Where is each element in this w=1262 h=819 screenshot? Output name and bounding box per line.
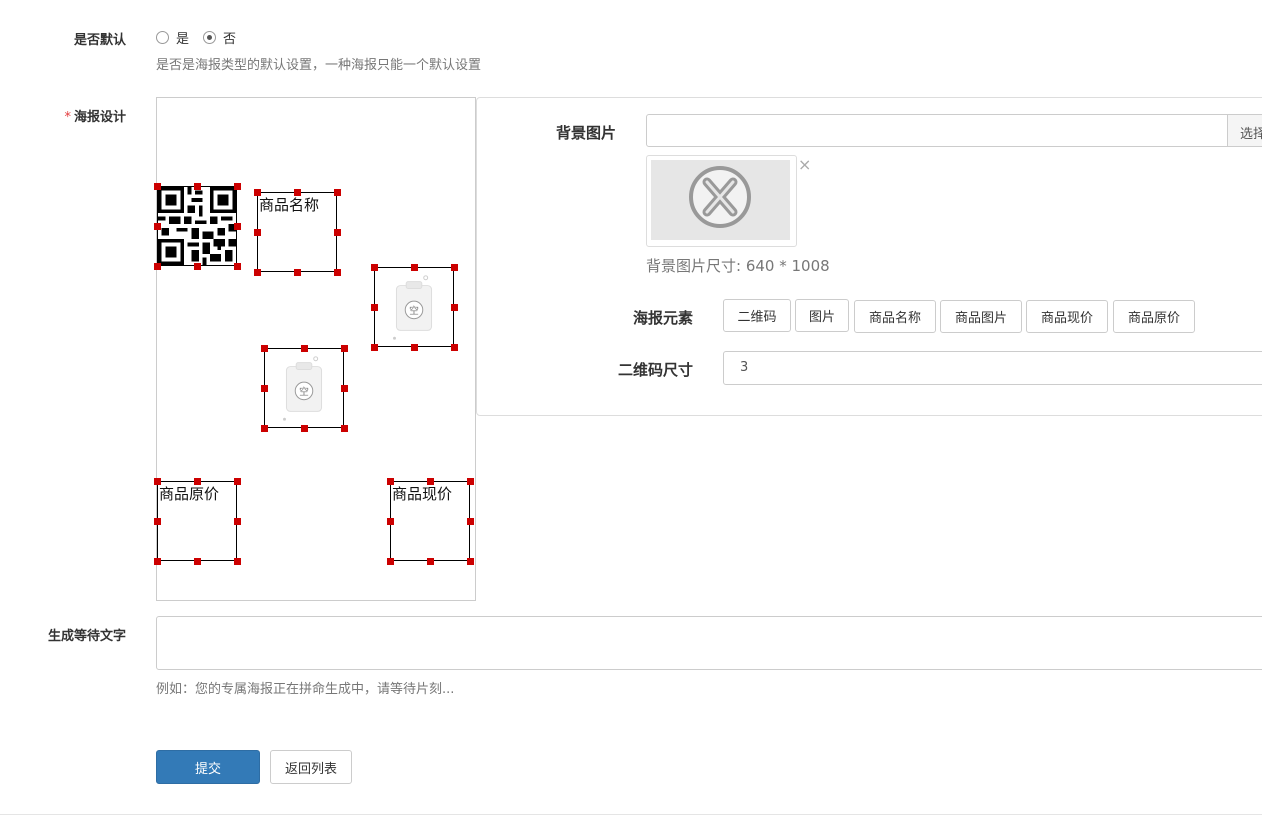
canvas-current-price-text: 商品现价 xyxy=(392,485,453,503)
empty-image-icon: 空 xyxy=(393,275,433,340)
resize-handle[interactable] xyxy=(234,183,241,190)
broken-image-icon xyxy=(689,166,751,228)
resize-handle[interactable] xyxy=(254,269,261,276)
resize-handle[interactable] xyxy=(294,189,301,196)
resize-handle[interactable] xyxy=(387,518,394,525)
resize-handle[interactable] xyxy=(194,478,201,485)
remove-background-icon[interactable]: × xyxy=(798,155,811,174)
resize-handle[interactable] xyxy=(234,478,241,485)
add-original-price-button[interactable]: 商品原价 xyxy=(1113,300,1195,333)
canvas-original-price-element[interactable]: 商品原价 xyxy=(154,478,241,565)
resize-handle[interactable] xyxy=(341,425,348,432)
canvas-goods-image-element[interactable]: 空 xyxy=(371,264,458,351)
resize-handle[interactable] xyxy=(261,345,268,352)
back-to-list-button[interactable]: 返回列表 xyxy=(270,750,352,784)
resize-handle[interactable] xyxy=(154,263,161,270)
resize-handle[interactable] xyxy=(301,425,308,432)
resize-handle[interactable] xyxy=(371,304,378,311)
add-goods-image-button[interactable]: 商品图片 xyxy=(940,300,1022,333)
resize-handle[interactable] xyxy=(254,189,261,196)
resize-handle[interactable] xyxy=(254,229,261,236)
wait-text-help: 例如：您的专属海报正在拼命生成中，请等待片刻... xyxy=(156,682,455,697)
resize-handle[interactable] xyxy=(371,264,378,271)
poster-elements-label: 海报元素 xyxy=(632,309,693,327)
bottom-divider xyxy=(0,814,1262,815)
resize-handle[interactable] xyxy=(334,189,341,196)
required-mark: * xyxy=(64,110,71,125)
resize-handle[interactable] xyxy=(234,558,241,565)
poster-canvas[interactable]: 商品名称 空 空 商品原价 商品现价 xyxy=(154,97,476,601)
empty-image-icon: 空 xyxy=(283,356,323,421)
resize-handle[interactable] xyxy=(154,518,161,525)
wait-text-textarea[interactable] xyxy=(156,616,1262,670)
resize-handle[interactable] xyxy=(467,478,474,485)
resize-handle[interactable] xyxy=(387,558,394,565)
resize-handle[interactable] xyxy=(234,263,241,270)
resize-handle[interactable] xyxy=(451,344,458,351)
background-thumbnail xyxy=(646,155,797,247)
qrcode-size-input[interactable]: 3 xyxy=(723,351,1262,385)
resize-handle[interactable] xyxy=(467,558,474,565)
resize-handle[interactable] xyxy=(234,518,241,525)
resize-handle[interactable] xyxy=(261,425,268,432)
choose-background-button[interactable]: 选择 xyxy=(1227,114,1262,147)
default-label: 是否默认 xyxy=(73,33,126,48)
default-no-radio[interactable] xyxy=(203,31,217,44)
resize-handle[interactable] xyxy=(334,229,341,236)
default-radio-group: 是 否 xyxy=(156,28,236,47)
resize-handle[interactable] xyxy=(334,269,341,276)
resize-handle[interactable] xyxy=(427,558,434,565)
resize-handle[interactable] xyxy=(371,344,378,351)
resize-handle[interactable] xyxy=(341,385,348,392)
resize-handle[interactable] xyxy=(154,183,161,190)
canvas-goods-image-element[interactable]: 空 xyxy=(261,345,348,432)
resize-handle[interactable] xyxy=(427,478,434,485)
default-yes-radio[interactable] xyxy=(156,31,169,44)
background-image-input[interactable] xyxy=(646,114,1228,147)
qrcode-icon xyxy=(158,187,236,265)
add-current-price-button[interactable]: 商品现价 xyxy=(1026,300,1108,333)
resize-handle[interactable] xyxy=(154,558,161,565)
wait-text-label: 生成等待文字 xyxy=(47,629,126,644)
resize-handle[interactable] xyxy=(294,269,301,276)
add-goods-name-button[interactable]: 商品名称 xyxy=(854,300,936,333)
resize-handle[interactable] xyxy=(154,223,161,230)
resize-handle[interactable] xyxy=(261,385,268,392)
resize-handle[interactable] xyxy=(387,478,394,485)
resize-handle[interactable] xyxy=(194,183,201,190)
resize-handle[interactable] xyxy=(301,345,308,352)
resize-handle[interactable] xyxy=(451,264,458,271)
resize-handle[interactable] xyxy=(411,344,418,351)
resize-handle[interactable] xyxy=(411,264,418,271)
svg-text:空: 空 xyxy=(409,304,419,317)
resize-handle[interactable] xyxy=(234,223,241,230)
add-qrcode-button[interactable]: 二维码 xyxy=(723,299,791,332)
resize-handle[interactable] xyxy=(194,558,201,565)
default-no-label[interactable]: 否 xyxy=(223,28,236,47)
resize-handle[interactable] xyxy=(467,518,474,525)
default-help-text: 是否是海报类型的默认设置，一种海报只能一个默认设置 xyxy=(156,58,482,73)
canvas-qrcode-element[interactable] xyxy=(154,183,241,270)
resize-handle[interactable] xyxy=(154,478,161,485)
poster-design-label: * 海报设计 xyxy=(64,110,126,125)
background-image-label: 背景图片 xyxy=(555,124,616,142)
resize-handle[interactable] xyxy=(341,345,348,352)
canvas-goods-name-text: 商品名称 xyxy=(259,196,320,214)
svg-text:空: 空 xyxy=(299,385,309,398)
default-yes-label[interactable]: 是 xyxy=(176,28,189,47)
resize-handle[interactable] xyxy=(194,263,201,270)
canvas-current-price-element[interactable]: 商品现价 xyxy=(387,478,474,565)
add-image-button[interactable]: 图片 xyxy=(795,299,849,332)
background-size-text: 背景图片尺寸: 640 * 1008 xyxy=(646,257,830,275)
resize-handle[interactable] xyxy=(451,304,458,311)
qrcode-size-label: 二维码尺寸 xyxy=(617,361,693,379)
canvas-original-price-text: 商品原价 xyxy=(159,485,220,503)
submit-button[interactable]: 提交 xyxy=(156,750,260,784)
canvas-goods-name-element[interactable]: 商品名称 xyxy=(254,189,341,276)
